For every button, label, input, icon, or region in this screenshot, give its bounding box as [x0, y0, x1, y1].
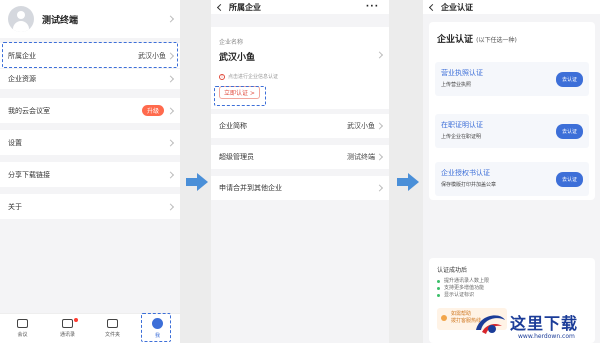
folder-icon [107, 319, 118, 328]
chevron-right-icon [375, 153, 384, 161]
option-employment-proof: 在职证明认证 上传企业在职证明 去认证 [435, 114, 589, 148]
chevron-right-icon [166, 170, 175, 179]
option-authorization-letter: 企业授权书认证 保存模版打印并加盖公章 去认证 [435, 162, 589, 196]
verify-warning: ! 点击进行企业信息认证 [219, 73, 381, 80]
menu-item-share[interactable]: 分享下载链接 [0, 162, 180, 187]
row-label: 申请合并到其他企业 [219, 184, 282, 192]
notification-dot [74, 318, 78, 322]
video-icon [17, 319, 28, 328]
menu-item-about[interactable]: 关于 [0, 194, 180, 219]
menu-item-settings[interactable]: 设置 [0, 130, 180, 155]
list-item: 显示认证标识 [437, 292, 587, 299]
company-name: 武汉小鱼 [219, 53, 256, 63]
nav-header: 所属企业 ··· [211, 0, 389, 14]
chevron-right-icon [375, 122, 384, 130]
list-item: 支持更多增值功能 [437, 285, 587, 292]
chevron-right-icon [166, 75, 175, 83]
watermark: 这里下载 www.herdown.com [470, 306, 600, 343]
avatar [8, 6, 34, 32]
profile-screen: 测试终端 所属企业 武汉小鱼 企业资源 我的云会议室 升级 设置 分享下载链接 … [0, 0, 180, 343]
page-title: 企业认证 [441, 2, 473, 12]
chevron-right-icon [375, 184, 384, 192]
highlight-box [2, 42, 178, 68]
profile-name: 测试终端 [42, 15, 79, 26]
tab-meetings[interactable]: 会议 [0, 314, 45, 343]
option-business-license: 营业执照认证 上传营业执照 去认证 [435, 62, 589, 96]
benefit-list: 提升通讯录人数上限 支持更多增值功能 显示认证标识 [437, 278, 587, 299]
chevron-right-icon [166, 106, 175, 115]
highlight-box [141, 313, 171, 342]
go-verify-button[interactable]: 去认证 [555, 124, 583, 139]
list-item: 提升通讯录人数上限 [437, 278, 587, 285]
row-value: 测试终端 [347, 153, 375, 161]
row-value: 武汉小鱼 [347, 122, 375, 130]
tab-label: 通讯录 [59, 332, 75, 338]
menu-item-cloud-room[interactable]: 我的云会议室 升级 [0, 98, 180, 123]
go-verify-button[interactable]: 去认证 [555, 72, 583, 87]
nav-header: 企业认证 [423, 0, 600, 14]
menu-item-label: 设置 [8, 138, 22, 147]
watermark-url: www.herdown.com [518, 333, 575, 340]
arrow-right-icon [397, 173, 419, 191]
tab-folder[interactable]: 文件夹 [90, 314, 135, 343]
back-icon[interactable] [216, 3, 225, 12]
section-title: 企业认证 (以下任选一种) [437, 35, 517, 45]
verification-options: 企业认证 (以下任选一种) 营业执照认证 上传营业执照 去认证 在职证明认证 上… [429, 22, 595, 200]
info-icon: ! [219, 73, 225, 80]
watermark-logo [476, 315, 505, 334]
row-merge-company[interactable]: 申请合并到其他企业 [211, 176, 389, 200]
after-title: 认证成功后 [437, 267, 468, 274]
warning-text: 点击进行企业信息认证 [228, 74, 279, 80]
highlight-box [214, 86, 266, 106]
chevron-right-icon [166, 15, 175, 23]
tab-label: 文件夹 [104, 332, 120, 338]
back-icon[interactable] [428, 3, 437, 12]
contacts-icon [62, 319, 73, 328]
watermark-text: 这里下载 [510, 314, 579, 333]
more-icon[interactable]: ··· [366, 2, 379, 12]
chevron-right-icon [166, 138, 175, 147]
arrow-right-icon [186, 173, 208, 191]
profile-header[interactable]: 测试终端 [0, 0, 180, 38]
go-verify-button[interactable]: 去认证 [555, 172, 583, 187]
menu-item-label: 关于 [8, 202, 22, 211]
menu-item-label: 我的云会议室 [8, 106, 50, 115]
menu-item-label: 分享下载链接 [8, 170, 50, 179]
row-short-name[interactable]: 企业简称 武汉小鱼 [211, 114, 389, 138]
upgrade-badge[interactable]: 升级 [141, 105, 164, 116]
tab-label: 会议 [17, 332, 28, 338]
row-super-admin[interactable]: 超级管理员 测试终端 [211, 145, 389, 169]
company-screen: 所属企业 ··· 企业名称 武汉小鱼 ! 点击进行企业信息认证 立即认证 > 企… [211, 0, 389, 343]
row-label: 超级管理员 [219, 153, 254, 161]
page-title: 所属企业 [229, 2, 261, 12]
verification-screen: 企业认证 企业认证 (以下任选一种) 营业执照认证 上传营业执照 去认证 在职证… [423, 0, 600, 343]
section-note: (以下任选一种) [476, 37, 517, 44]
tab-contacts[interactable]: 通讯录 [45, 314, 90, 343]
menu-item-label: 企业资源 [8, 75, 36, 83]
company-name-label: 企业名称 [219, 39, 244, 46]
chevron-right-icon [166, 202, 175, 211]
menu-item-resources[interactable]: 企业资源 [0, 69, 180, 89]
row-label: 企业简称 [219, 122, 247, 130]
